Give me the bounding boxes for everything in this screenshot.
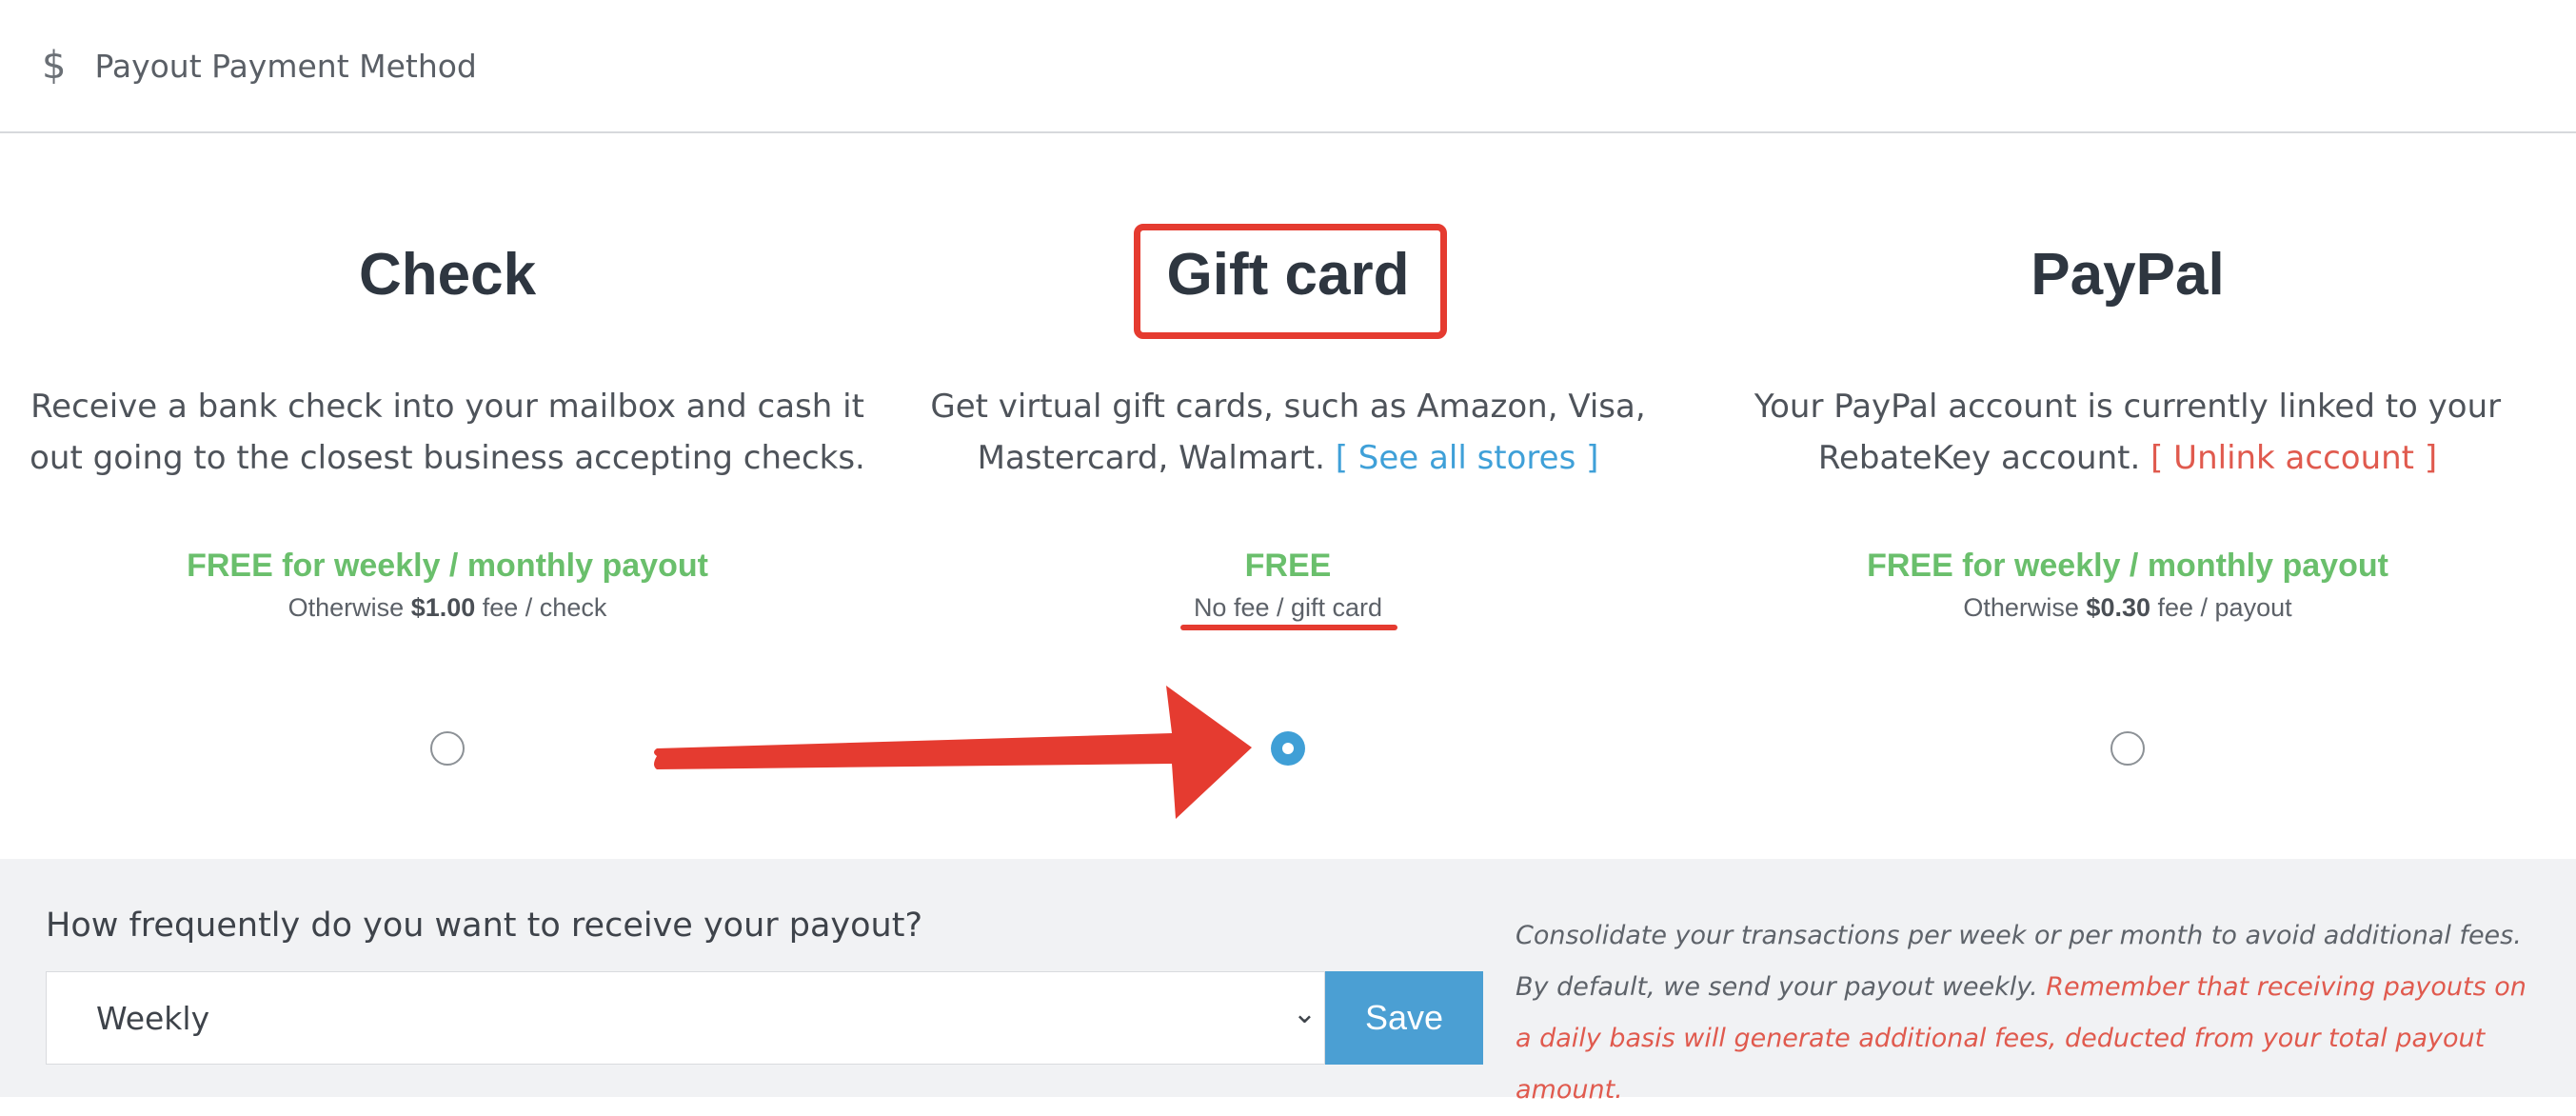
method-description: Your PayPal account is currently linked … <box>1704 381 2551 484</box>
fee-suffix: fee / payout <box>2150 593 2292 622</box>
radio-paypal[interactable] <box>2110 731 2145 766</box>
method-title: PayPal <box>2031 242 2225 308</box>
see-all-stores-link[interactable]: [ See all stores ] <box>1336 439 1599 477</box>
dollar-icon: $ <box>42 44 67 88</box>
fee-prefix: Otherwise <box>287 593 411 622</box>
save-button[interactable]: Save <box>1325 971 1483 1065</box>
method-price: FREE for weekly / monthly payout <box>187 548 708 584</box>
frequency-select[interactable]: Weekly ⌄ <box>46 971 1325 1065</box>
method-price: FREE <box>1244 548 1332 584</box>
method-fee-note: Otherwise $0.30 fee / payout <box>1704 590 2551 625</box>
fee-amount: $0.30 <box>2086 593 2150 622</box>
method-fee-note: Otherwise $1.00 fee / check <box>24 590 871 625</box>
chevron-down-icon: ⌄ <box>1292 997 1317 1030</box>
annotation-underline <box>1180 625 1397 630</box>
frequency-help-text: Consolidate your transactions per week o… <box>1516 910 2544 1116</box>
fee-prefix: Otherwise <box>1963 593 2087 622</box>
fee-amount: $1.00 <box>410 593 476 622</box>
page-header: $ Payout Payment Method <box>0 0 2576 133</box>
method-title: Check <box>358 242 537 308</box>
fee-suffix: fee / check <box>475 593 607 622</box>
payout-frequency-panel: How frequently do you want to receive yo… <box>0 859 2576 1105</box>
annotation-highlight-box <box>1134 224 1447 339</box>
frequency-question: How frequently do you want to receive yo… <box>46 907 923 945</box>
method-description: Get virtual gift cards, such as Amazon, … <box>864 381 1712 484</box>
method-description-text: Receive a bank check into your mailbox a… <box>30 388 865 477</box>
annotation-arrow-icon <box>654 686 1252 819</box>
page-title: Payout Payment Method <box>94 47 477 85</box>
method-fee-note: No fee / gift card <box>1193 593 1383 622</box>
radio-gift-card[interactable] <box>1271 731 1305 766</box>
radio-check[interactable] <box>430 731 465 766</box>
method-description: Receive a bank check into your mailbox a… <box>24 381 871 484</box>
frequency-selected-value: Weekly <box>96 999 210 1037</box>
unlink-account-link[interactable]: [ Unlink account ] <box>2150 439 2437 477</box>
method-paypal[interactable]: PayPal Your PayPal account is currently … <box>1704 135 2551 859</box>
method-price: FREE for weekly / monthly payout <box>1867 548 2388 584</box>
